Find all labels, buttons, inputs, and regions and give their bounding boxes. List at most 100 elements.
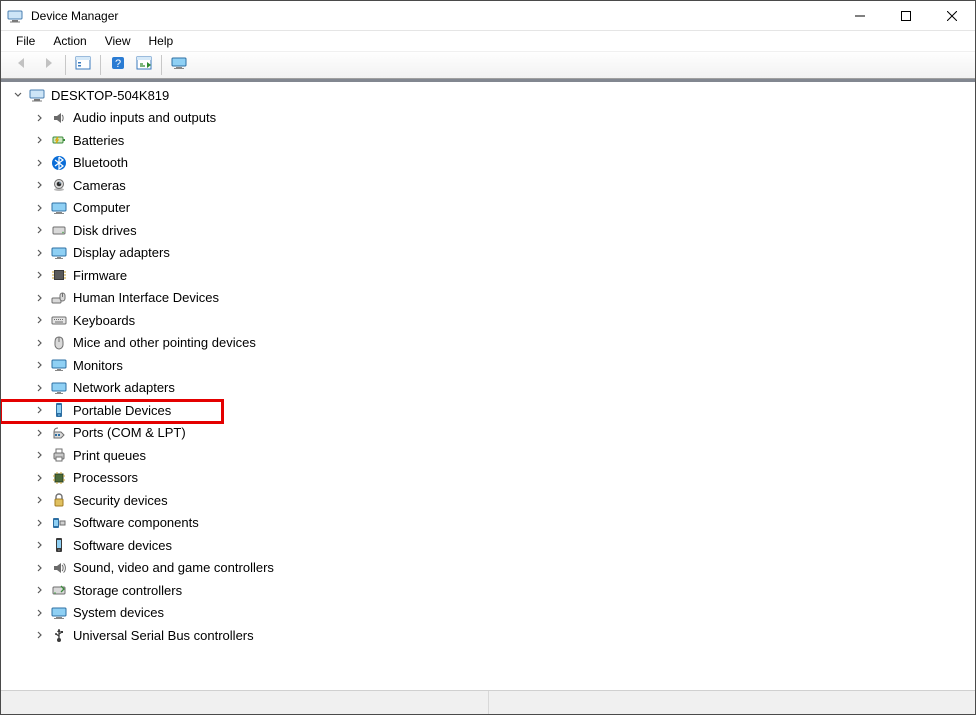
tree-item[interactable]: Cameras <box>5 174 975 197</box>
toolbar: ? <box>1 51 975 79</box>
chevron-right-icon[interactable] <box>33 358 47 372</box>
tree-item[interactable]: Security devices <box>5 489 975 512</box>
chevron-right-icon[interactable] <box>33 426 47 440</box>
battery-icon <box>49 131 69 149</box>
device-tree[interactable]: DESKTOP-504K819 Audio inputs and outputs B… <box>1 79 975 690</box>
tree-item-label: Sound, video and game controllers <box>73 560 274 575</box>
tree-item-label: Bluetooth <box>73 155 128 170</box>
software-component-icon <box>49 514 69 532</box>
chevron-right-icon[interactable] <box>33 111 47 125</box>
chevron-right-icon[interactable] <box>33 223 47 237</box>
tree-item-label: Computer <box>73 200 130 215</box>
tree-item[interactable]: Audio inputs and outputs <box>5 107 975 130</box>
tree-item-label: Keyboards <box>73 313 135 328</box>
back-button[interactable] <box>11 54 33 76</box>
tree-item[interactable]: Ports (COM & LPT) <box>5 422 975 445</box>
chevron-right-icon[interactable] <box>33 561 47 575</box>
svg-text:?: ? <box>115 58 121 70</box>
system-device-icon <box>49 604 69 622</box>
tree-item[interactable]: Sound, video and game controllers <box>5 557 975 580</box>
hid-icon <box>49 289 69 307</box>
monitor-icon <box>171 55 187 76</box>
chevron-right-icon[interactable] <box>33 156 47 170</box>
tree-item[interactable]: Mice and other pointing devices <box>5 332 975 355</box>
chevron-right-icon[interactable] <box>33 493 47 507</box>
tree-item[interactable]: Network adapters <box>5 377 975 400</box>
menu-file[interactable]: File <box>7 33 44 49</box>
chevron-right-icon[interactable] <box>33 336 47 350</box>
chevron-right-icon[interactable] <box>33 313 47 327</box>
chevron-right-icon[interactable] <box>33 448 47 462</box>
tree-item-label: Monitors <box>73 358 123 373</box>
computer-icon <box>27 86 47 104</box>
minimize-button[interactable] <box>837 1 883 30</box>
tree-item[interactable]: Portable Devices <box>5 399 975 422</box>
menu-view[interactable]: View <box>96 33 140 49</box>
tree-item[interactable]: Storage controllers <box>5 579 975 602</box>
chevron-right-icon[interactable] <box>33 268 47 282</box>
audio-icon <box>49 109 69 127</box>
display-adapter-icon <box>49 244 69 262</box>
chevron-right-icon[interactable] <box>33 403 47 417</box>
chevron-right-icon[interactable] <box>33 381 47 395</box>
scan-hardware-icon <box>136 55 152 76</box>
tree-item[interactable]: Display adapters <box>5 242 975 265</box>
software-device-icon <box>49 536 69 554</box>
arrow-right-icon <box>40 55 56 76</box>
chevron-right-icon[interactable] <box>33 178 47 192</box>
tree-item[interactable]: Bluetooth <box>5 152 975 175</box>
show-hide-tree-button[interactable] <box>72 54 94 76</box>
tree-item[interactable]: Firmware <box>5 264 975 287</box>
tree-item-label: Cameras <box>73 178 126 193</box>
chevron-right-icon[interactable] <box>33 628 47 642</box>
tree-item[interactable]: Monitors <box>5 354 975 377</box>
chevron-down-icon[interactable] <box>11 88 25 102</box>
scan-hardware-button[interactable] <box>133 54 155 76</box>
chevron-right-icon[interactable] <box>33 471 47 485</box>
network-adapter-icon <box>49 379 69 397</box>
tree-item[interactable]: Computer <box>5 197 975 220</box>
arrow-left-icon <box>14 55 30 76</box>
chevron-right-icon[interactable] <box>33 516 47 530</box>
mouse-icon <box>49 334 69 352</box>
forward-button[interactable] <box>37 54 59 76</box>
tree-item[interactable]: Human Interface Devices <box>5 287 975 310</box>
tree-item[interactable]: System devices <box>5 602 975 625</box>
chevron-right-icon[interactable] <box>33 583 47 597</box>
camera-icon <box>49 176 69 194</box>
window-controls <box>837 1 975 30</box>
tree-item[interactable]: Software components <box>5 512 975 535</box>
tree-item[interactable]: Disk drives <box>5 219 975 242</box>
tree-root[interactable]: DESKTOP-504K819 <box>5 84 975 107</box>
tree-item-label: System devices <box>73 605 164 620</box>
show-devices-button[interactable] <box>168 54 190 76</box>
tree-item-label: Audio inputs and outputs <box>73 110 216 125</box>
tree-item[interactable]: Batteries <box>5 129 975 152</box>
tree-item[interactable]: Universal Serial Bus controllers <box>5 624 975 647</box>
tree-item-label: Disk drives <box>73 223 137 238</box>
processor-icon <box>49 469 69 487</box>
chevron-right-icon[interactable] <box>33 291 47 305</box>
chevron-right-icon[interactable] <box>33 606 47 620</box>
tree-item-label: Software devices <box>73 538 172 553</box>
bluetooth-icon <box>49 154 69 172</box>
maximize-button[interactable] <box>883 1 929 30</box>
tree-item[interactable]: Processors <box>5 467 975 490</box>
tree-item-label: Batteries <box>73 133 124 148</box>
tree-item[interactable]: Software devices <box>5 534 975 557</box>
tree-item-label: Security devices <box>73 493 168 508</box>
help-button[interactable]: ? <box>107 54 129 76</box>
printer-icon <box>49 446 69 464</box>
statusbar <box>1 690 975 714</box>
tree-item[interactable]: Print queues <box>5 444 975 467</box>
close-button[interactable] <box>929 1 975 30</box>
menu-action[interactable]: Action <box>44 33 95 49</box>
menu-help[interactable]: Help <box>140 33 183 49</box>
chevron-right-icon[interactable] <box>33 201 47 215</box>
chevron-right-icon[interactable] <box>33 133 47 147</box>
keyboard-icon <box>49 311 69 329</box>
chevron-right-icon[interactable] <box>33 538 47 552</box>
chevron-right-icon[interactable] <box>33 246 47 260</box>
port-icon <box>49 424 69 442</box>
tree-item[interactable]: Keyboards <box>5 309 975 332</box>
